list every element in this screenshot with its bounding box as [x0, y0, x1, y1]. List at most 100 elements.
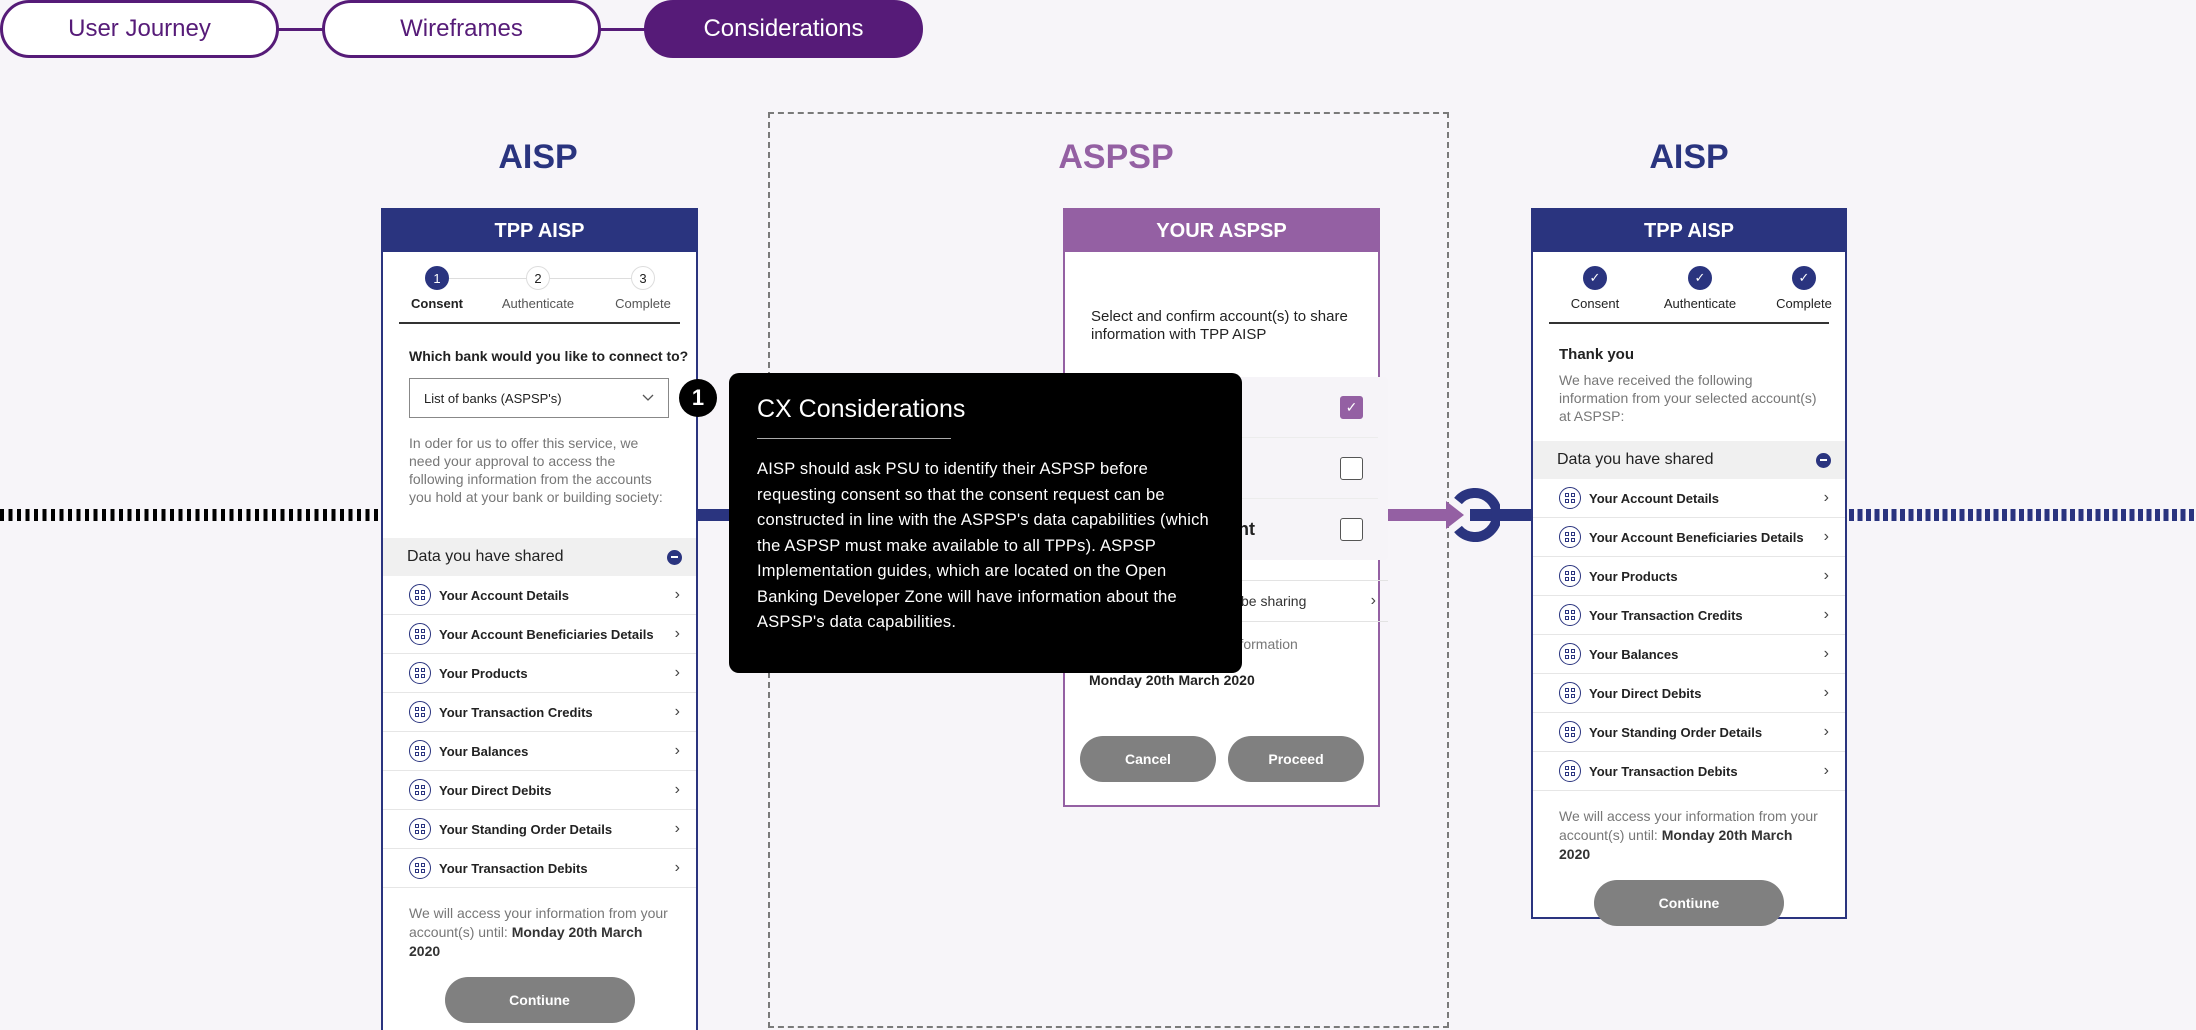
list-item-label: Your Direct Debits [1589, 685, 1702, 701]
chevron-right-icon: › [674, 781, 680, 798]
chevron-right-icon: › [1823, 567, 1829, 584]
data-items-list: Your Account Details › Your Account Benefi… [1533, 479, 1845, 791]
list-item[interactable]: Your Direct Debits › [1533, 674, 1845, 713]
grid-icon [409, 623, 431, 645]
list-item[interactable]: Your Transaction Debits › [1533, 752, 1845, 791]
step-complete: 3 Complete [593, 266, 693, 311]
step-label: Consent [411, 296, 463, 311]
step-label: Authenticate [1663, 296, 1737, 311]
chevron-right-icon: › [1823, 528, 1829, 545]
list-item[interactable]: Your Products › [1533, 557, 1845, 596]
flow-line-aisp [697, 509, 731, 521]
step-label: Complete [615, 296, 671, 311]
list-item[interactable]: Your Transaction Credits › [1533, 596, 1845, 635]
chevron-right-icon: › [1823, 606, 1829, 623]
list-item-label: Your Account Beneficiaries Details [1589, 529, 1804, 545]
grid-icon [409, 779, 431, 801]
continue-button[interactable]: Contiune [444, 977, 635, 1023]
nav-connector [600, 28, 645, 31]
progress-stepper: 1 Consent 2 Authenticate 3 Complete [399, 252, 680, 324]
list-item[interactable]: Your Transaction Debits › [383, 849, 696, 888]
account-checkbox[interactable] [1340, 518, 1363, 541]
grid-icon [409, 662, 431, 684]
chevron-right-icon: › [674, 625, 680, 642]
grid-icon [409, 584, 431, 606]
account-checkbox[interactable] [1340, 456, 1363, 480]
continue-button[interactable]: Contiune [1594, 880, 1784, 926]
grid-icon [1559, 565, 1581, 587]
access-until-text: We will access your information from you… [409, 904, 676, 961]
bank-select[interactable]: List of banks (ASPSP's) [409, 378, 669, 418]
step-consent: 1 Consent [387, 266, 487, 311]
list-item[interactable]: Your Account Details › [1533, 479, 1845, 518]
thank-you-title: Thank you [1559, 346, 1635, 363]
chevron-right-icon: › [674, 820, 680, 837]
list-item[interactable]: Your Account Beneficiaries Details › [1533, 518, 1845, 557]
data-shared-header[interactable]: Data you have shared [1533, 441, 1845, 479]
list-item[interactable]: Your Account Details › [383, 576, 696, 615]
list-item[interactable]: Your Balances › [1533, 635, 1845, 674]
list-item[interactable]: Your Standing Order Details › [1533, 713, 1845, 752]
list-item-label: Your Direct Debits [439, 782, 552, 798]
chevron-right-icon: › [674, 859, 680, 876]
data-shared-header[interactable]: Data you have shared [383, 538, 696, 576]
section-title: Data you have shared [1557, 451, 1714, 468]
collapse-icon[interactable] [667, 549, 682, 565]
step-number: 1 [425, 266, 449, 290]
list-item-label: Your Transaction Credits [1589, 607, 1743, 623]
list-item-label: Your Transaction Debits [439, 860, 588, 876]
list-item-label: Your Balances [439, 743, 529, 759]
flow-line-end [1849, 509, 2196, 521]
check-icon: ✓ [1583, 266, 1607, 290]
list-item[interactable]: Your Transaction Credits › [383, 693, 696, 732]
grid-icon [1559, 604, 1581, 626]
grid-icon [1559, 643, 1581, 665]
callout-body: AISP should ask PSU to identify their AS… [757, 460, 1209, 631]
callout-marker[interactable]: 1 [679, 379, 717, 417]
callout-title: CX Considerations [757, 395, 966, 423]
chevron-right-icon: › [674, 742, 680, 759]
progress-stepper: ✓ Consent ✓ Authenticate ✓ Complete [1549, 252, 1832, 324]
grid-icon [409, 701, 431, 723]
tab-user-journey[interactable]: User Journey [0, 0, 279, 58]
tab-considerations[interactable]: Considerations [644, 0, 923, 58]
chevron-right-icon: › [1823, 645, 1829, 662]
list-item-label: Your Transaction Debits [1589, 763, 1738, 779]
step-number: 3 [631, 266, 655, 290]
account-checkbox[interactable]: ✓ [1340, 395, 1363, 419]
collapse-icon[interactable] [1816, 452, 1831, 468]
list-item[interactable]: Your Standing Order Details › [383, 810, 696, 849]
step-label: Complete [1776, 296, 1832, 311]
list-item-label: Your Standing Order Details [439, 821, 613, 837]
list-item[interactable]: Your Balances › [383, 732, 696, 771]
access-date: Monday 20th March 2020 [1089, 672, 1255, 688]
grid-icon [1559, 682, 1581, 704]
grid-icon [1559, 487, 1581, 509]
chevron-right-icon: › [1823, 723, 1829, 740]
list-item[interactable]: Your Direct Debits › [383, 771, 696, 810]
received-intro: We have received the following informati… [1559, 372, 1817, 424]
list-item[interactable]: Your Account Beneficiaries Details › [383, 615, 696, 654]
chevron-right-icon: › [674, 664, 680, 681]
aisp-consent-screen: TPP AISP 1 Consent 2 Authenticate 3 Comp… [381, 208, 698, 1030]
grid-icon [409, 740, 431, 762]
step-authenticate: ✓ Authenticate [1650, 266, 1750, 311]
step-number: 2 [526, 266, 550, 290]
list-item-label: Your Products [439, 665, 528, 681]
tab-wireframes[interactable]: Wireframes [322, 0, 601, 58]
check-icon: ✓ [1688, 266, 1712, 290]
list-item-label: Your Account Beneficiaries Details [439, 626, 654, 642]
redirect-connector-icon [1420, 488, 1500, 542]
phone-header: TPP AISP [1533, 210, 1845, 252]
consent-intro: In oder for us to offer this service, we… [409, 435, 663, 505]
heading-aisp-left: AISP [498, 138, 578, 176]
step-complete: ✓ Complete [1754, 266, 1854, 311]
list-item[interactable]: Your Products › [383, 654, 696, 693]
cancel-button[interactable]: Cancel [1080, 736, 1216, 782]
grid-icon [1559, 760, 1581, 782]
proceed-button[interactable]: Proceed [1228, 736, 1364, 782]
section-title: Data you have shared [407, 548, 564, 565]
access-until-text: We will access your information from you… [1559, 807, 1825, 864]
heading-aisp-right: AISP [1649, 138, 1729, 176]
step-consent: ✓ Consent [1545, 266, 1645, 311]
